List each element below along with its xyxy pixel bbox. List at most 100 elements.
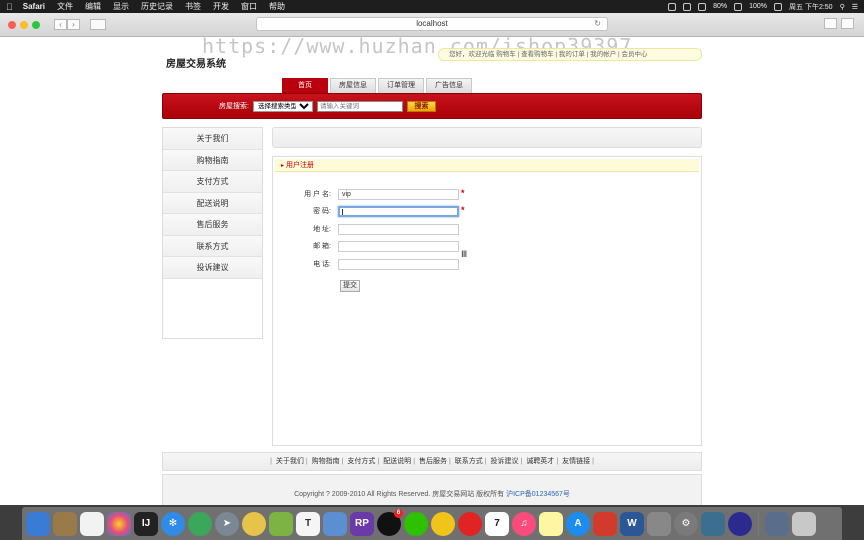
address-field[interactable] xyxy=(338,224,459,235)
menu-help[interactable]: 帮助 xyxy=(269,1,285,12)
sidebar-item-delivery[interactable]: 配送说明 xyxy=(163,192,262,214)
address-bar[interactable]: localhost ↻ xyxy=(256,17,608,31)
tray-sync-icon[interactable] xyxy=(683,2,692,11)
tab-ad-info[interactable]: 广告信息 xyxy=(426,78,472,93)
menu-edit[interactable]: 编辑 xyxy=(85,1,101,12)
typora-icon[interactable]: T xyxy=(296,511,320,536)
wechat-icon[interactable] xyxy=(404,511,428,536)
clock[interactable]: 周五 下午2:50 xyxy=(789,2,833,12)
share-button[interactable] xyxy=(824,18,837,29)
xcode-icon[interactable] xyxy=(323,511,347,536)
apple-menu-icon[interactable]:  xyxy=(6,2,13,12)
android-studio-icon[interactable] xyxy=(269,511,293,536)
minimize-window-button[interactable] xyxy=(20,20,28,29)
notes-app-icon[interactable] xyxy=(53,511,77,536)
stickies-icon[interactable] xyxy=(539,511,563,536)
copyright-text: Copyright ? 2009-2010 All Rights Reserve… xyxy=(294,491,505,498)
panel-title: 用户注册 xyxy=(286,162,315,169)
netease-music-icon[interactable] xyxy=(458,511,482,536)
downloads-folder-icon[interactable] xyxy=(765,511,789,536)
photos-icon[interactable] xyxy=(107,511,131,536)
calendar-icon[interactable]: 7 xyxy=(485,511,509,536)
phone-field[interactable] xyxy=(338,259,459,270)
browser-app-icon[interactable] xyxy=(728,511,752,536)
footer-link-friends[interactable]: 友情链接 xyxy=(562,458,590,465)
footer-link-jobs[interactable]: 诚聘英才 xyxy=(526,458,554,465)
trash-icon[interactable] xyxy=(792,511,816,536)
footer-link-payment[interactable]: 支付方式 xyxy=(347,458,375,465)
top-links-bar[interactable]: 您好，欢迎光临 购物车 | 查看购物车 | 我的订单 | 我的帐户 | 会员中心 xyxy=(438,48,702,61)
back-button[interactable]: ‹ xyxy=(54,19,67,30)
search-input[interactable] xyxy=(316,100,403,112)
search-label: 房屋搜索: xyxy=(219,103,249,110)
app-store-icon[interactable]: A xyxy=(566,511,590,536)
url-text: localhost xyxy=(416,19,448,28)
wifi-icon[interactable] xyxy=(734,2,743,11)
menu-view[interactable]: 显示 xyxy=(113,1,129,12)
menu-develop[interactable]: 开发 xyxy=(213,1,229,12)
dock-shelf: IJ ✻ ➤ T RP 6 7 ♫ A W ⚙ xyxy=(22,507,842,540)
search-type-select[interactable]: 选择搜索类型 xyxy=(252,100,313,112)
tab-overview-button[interactable] xyxy=(841,18,854,29)
qq-badge: 6 xyxy=(394,508,403,518)
submit-button[interactable]: 提交 xyxy=(340,280,360,292)
tray-app-icon[interactable] xyxy=(668,2,677,11)
itunes-icon[interactable]: ♫ xyxy=(512,511,536,536)
footer-link-delivery[interactable]: 配送说明 xyxy=(383,458,411,465)
phone-label: 电 话: xyxy=(313,261,331,268)
word-icon[interactable]: W xyxy=(620,511,644,536)
menu-app-name[interactable]: Safari xyxy=(23,2,45,11)
window-controls xyxy=(8,20,40,29)
tab-order-management[interactable]: 订单管理 xyxy=(378,78,424,93)
menu-file[interactable]: 文件 xyxy=(57,1,73,12)
zoom-window-button[interactable] xyxy=(32,20,40,29)
search-button[interactable]: 搜索 xyxy=(406,100,436,112)
tab-home[interactable]: 首页 xyxy=(282,78,328,93)
footer-link-complaints[interactable]: 投诉建议 xyxy=(491,458,519,465)
password-field[interactable] xyxy=(338,206,459,217)
lemon-app-icon[interactable] xyxy=(242,511,266,536)
qq-icon[interactable]: 6 xyxy=(377,508,403,536)
finder-icon[interactable] xyxy=(26,511,50,536)
menu-history[interactable]: 历史记录 xyxy=(141,1,173,12)
launchpad-icon[interactable]: ➤ xyxy=(215,511,239,536)
footer-link-after-sales[interactable]: 售后服务 xyxy=(419,458,447,465)
forward-button[interactable]: › xyxy=(67,19,80,30)
tray-lock-icon[interactable] xyxy=(698,2,707,11)
tab-house-info[interactable]: 房屋信息 xyxy=(330,78,376,93)
remote-desktop-icon[interactable] xyxy=(593,511,617,536)
notification-center-icon[interactable]: ☰ xyxy=(852,3,858,11)
reminders-icon[interactable] xyxy=(80,511,104,536)
reload-icon[interactable]: ↻ xyxy=(594,18,601,30)
system-preferences-icon[interactable]: ⚙ xyxy=(674,511,698,536)
pages-icon[interactable] xyxy=(431,511,455,536)
rp-icon[interactable]: RP xyxy=(350,511,374,536)
sidebar-toggle-button[interactable] xyxy=(90,19,106,30)
battery-percent-main[interactable]: 100% xyxy=(749,3,767,10)
menu-window[interactable]: 窗口 xyxy=(241,1,257,12)
spotlight-icon[interactable]: ⚲ xyxy=(840,3,845,11)
sidebar-item-about[interactable]: 关于我们 xyxy=(163,128,262,150)
sidebar-item-contact[interactable]: 联系方式 xyxy=(163,235,262,257)
sidebar-item-shopping-guide[interactable]: 购物指南 xyxy=(163,149,262,171)
menu-bar:  Safari 文件 编辑 显示 历史记录 书签 开发 窗口 帮助 80% 1… xyxy=(0,0,864,13)
sidebar-item-payment[interactable]: 支付方式 xyxy=(163,171,262,193)
sidebar-item-after-sales[interactable]: 售后服务 xyxy=(163,214,262,236)
intellij-icon[interactable]: IJ xyxy=(134,511,158,536)
footer-link-shopping-guide[interactable]: 购物指南 xyxy=(312,458,340,465)
safari-icon[interactable]: ✻ xyxy=(161,511,185,536)
icp-link[interactable]: 沪ICP备01234567号 xyxy=(506,491,570,498)
network-icon[interactable] xyxy=(701,511,725,536)
footer-link-about[interactable]: 关于我们 xyxy=(276,458,304,465)
input-method-icon[interactable] xyxy=(774,2,782,11)
username-field[interactable]: vip xyxy=(338,189,459,200)
footer-link-contact[interactable]: 联系方式 xyxy=(455,458,483,465)
username-label: 用 户 名: xyxy=(304,191,331,198)
email-field[interactable] xyxy=(338,241,459,252)
sidebar-item-complaints[interactable]: 投诉建议 xyxy=(163,257,262,279)
menu-bookmarks[interactable]: 书签 xyxy=(185,1,201,12)
keynote-icon[interactable] xyxy=(647,511,671,536)
evernote-icon[interactable] xyxy=(188,511,212,536)
battery-percent[interactable]: 80% xyxy=(713,3,727,10)
close-window-button[interactable] xyxy=(8,20,16,29)
